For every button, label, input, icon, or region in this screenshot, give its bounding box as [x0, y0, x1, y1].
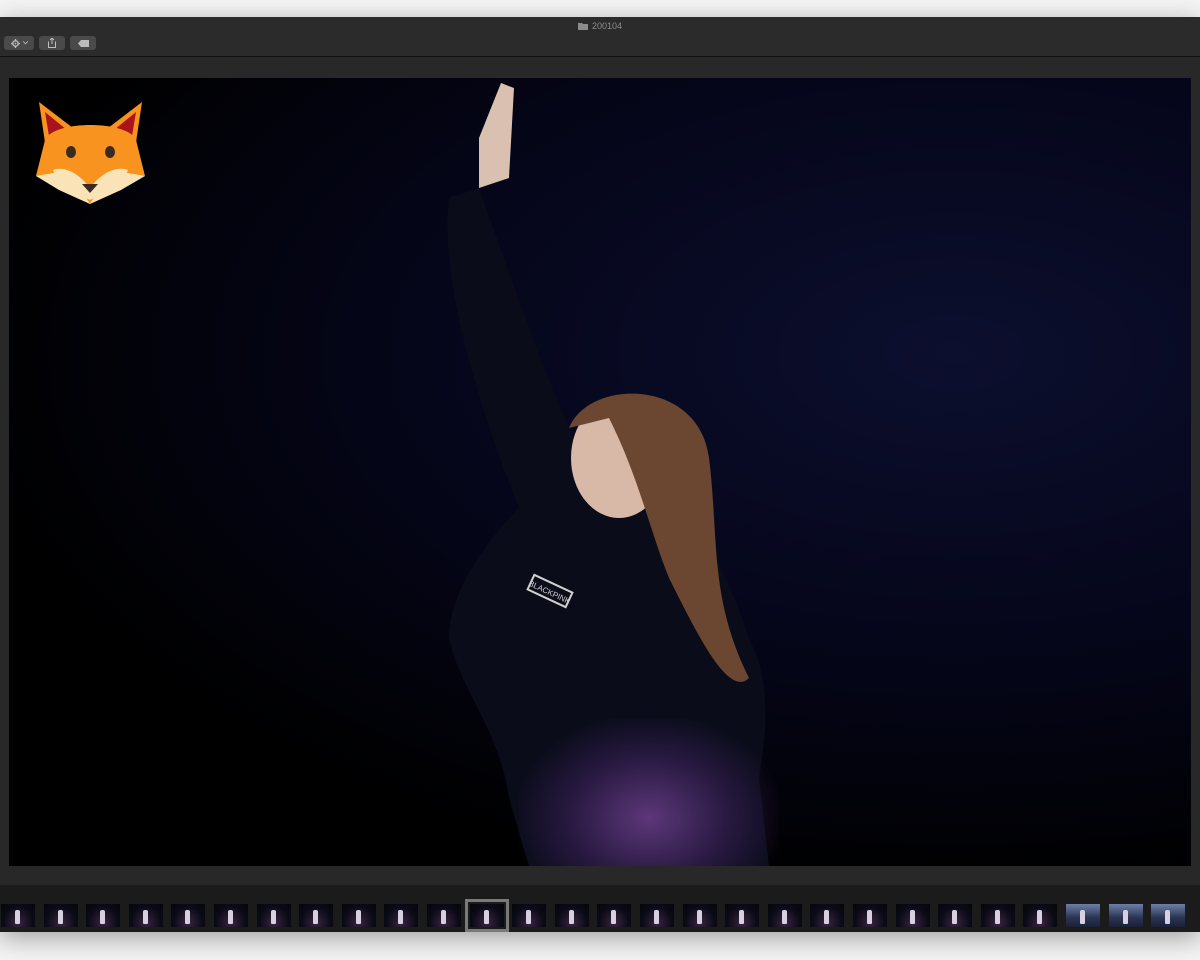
thumbnail-figure [143, 910, 148, 924]
filmstrip-thumbnail[interactable] [938, 904, 972, 927]
thumbnail-figure [484, 910, 489, 924]
toolbar [0, 34, 1200, 57]
filmstrip-thumbnail[interactable] [555, 904, 589, 927]
chevron-down-icon [22, 41, 28, 45]
filmstrip-thumbnail[interactable] [725, 904, 759, 927]
thumbnail-figure [1080, 910, 1085, 924]
thumbnail-figure [185, 910, 190, 924]
filmstrip-thumbnail[interactable] [257, 904, 291, 927]
thumbnail-figure [15, 910, 20, 924]
thumbnail-figure [654, 910, 659, 924]
thumbnail-figure [228, 910, 233, 924]
window-title: 200104 [591, 20, 623, 31]
filmstrip-thumbnail[interactable] [1066, 904, 1100, 927]
filmstrip-thumbnail[interactable] [768, 904, 802, 927]
share-button[interactable] [39, 36, 65, 50]
thumbnail-figure [910, 910, 915, 924]
fox-face-icon [33, 100, 148, 209]
filmstrip-thumbnail[interactable] [853, 904, 887, 927]
thumbnail-figure [1123, 910, 1128, 924]
thumbnail-figure [824, 910, 829, 924]
filmstrip-thumbnail[interactable] [683, 904, 717, 927]
thumbnail-figure [782, 910, 787, 924]
filmstrip-thumbnail[interactable] [597, 904, 631, 927]
filmstrip-thumbnail[interactable] [465, 899, 509, 932]
filmstrip-thumbnail[interactable] [981, 904, 1015, 927]
thumbnail-figure [1165, 910, 1170, 924]
thumbnail-figure [867, 910, 872, 924]
photo-viewer: BLACKPINK [0, 57, 1200, 885]
thumbnail-figure [569, 910, 574, 924]
filmstrip-thumbnail[interactable] [299, 904, 333, 927]
filmstrip-thumbnail[interactable] [44, 904, 78, 927]
filmstrip-thumbnail[interactable] [129, 904, 163, 927]
thumbnail-figure [313, 910, 318, 924]
thumbnail-figure [952, 910, 957, 924]
thumbnail-figure [356, 910, 361, 924]
thumbnail-figure [398, 910, 403, 924]
thumbnail-figure [100, 910, 105, 924]
title-group: 200104 [577, 20, 623, 31]
filmstrip [0, 885, 1200, 932]
filmstrip-thumbnail[interactable] [384, 904, 418, 927]
tag-button[interactable] [70, 36, 96, 50]
action-menu-button[interactable] [4, 36, 34, 50]
filmstrip-thumbnail[interactable] [427, 904, 461, 927]
thumbnail-figure [526, 910, 531, 924]
filmstrip-thumbnail[interactable] [171, 904, 205, 927]
filmstrip-thumbnail[interactable] [810, 904, 844, 927]
filmstrip-thumbnail[interactable] [86, 904, 120, 927]
filmstrip-thumbnail[interactable] [640, 904, 674, 927]
folder-icon [577, 22, 588, 30]
filmstrip-thumbnail[interactable] [896, 904, 930, 927]
filmstrip-thumbnail[interactable] [342, 904, 376, 927]
thumbnail-figure [995, 910, 1000, 924]
app-window: 200104 BLACKPINK [0, 17, 1200, 932]
filmstrip-thumbnail[interactable] [1023, 904, 1057, 927]
filmstrip-thumbnail[interactable] [512, 904, 546, 927]
thumbnail-figure [1037, 910, 1042, 924]
bokeh-glow [519, 718, 779, 866]
filmstrip-thumbnail[interactable] [214, 904, 248, 927]
main-photo: BLACKPINK [9, 78, 1191, 866]
filmstrip-thumbnail[interactable] [1151, 904, 1185, 927]
title-bar: 200104 [0, 17, 1200, 34]
share-icon [48, 38, 56, 48]
filmstrip-thumbnail[interactable] [1, 904, 35, 927]
thumbnail-figure [611, 910, 616, 924]
tag-icon [77, 39, 89, 47]
thumbnail-figure [697, 910, 702, 924]
thumbnail-figure [739, 910, 744, 924]
gear-icon [10, 38, 20, 48]
thumbnail-figure [271, 910, 276, 924]
thumbnail-figure [441, 910, 446, 924]
thumbnail-figure [58, 910, 63, 924]
filmstrip-thumbnail[interactable] [1109, 904, 1143, 927]
